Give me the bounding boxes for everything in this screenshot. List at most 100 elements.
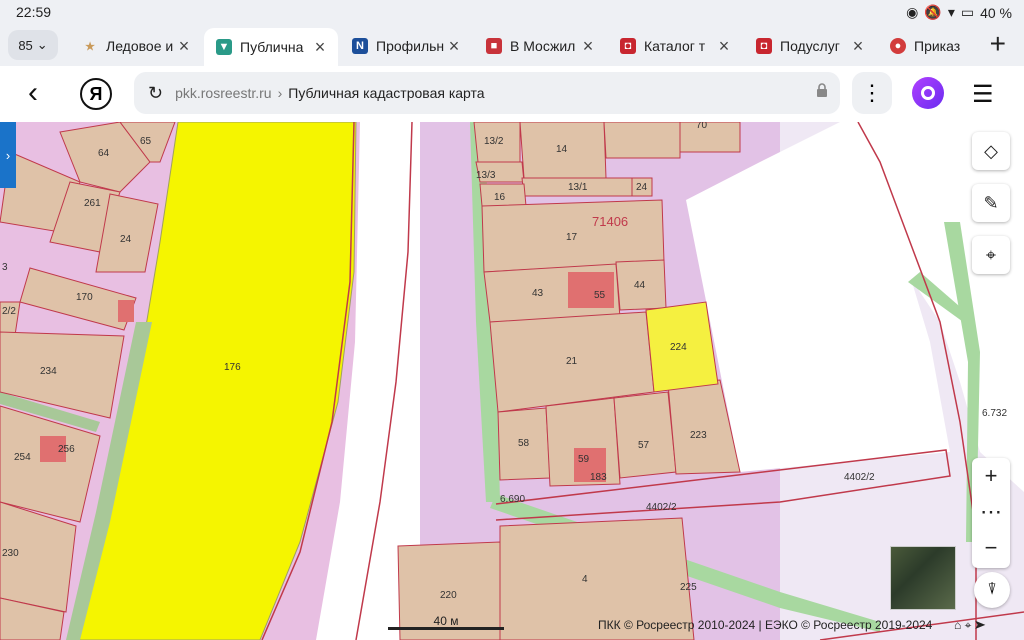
browser-toolbar: ‹ Я ↻ pkk.rosreestr.ru › Публичная кадас… [0, 66, 1024, 123]
tab-ice[interactable]: ★ Ледовое и × [70, 29, 202, 63]
label-24: 24 [120, 234, 132, 245]
scale-label: 40 м [433, 614, 459, 628]
label-13-2: 13/2 [484, 136, 504, 147]
rosreestr-icon: ▼ [216, 39, 232, 55]
scale-bar: 40 м [388, 614, 504, 630]
nav-icon[interactable]: ➤ [975, 618, 986, 632]
label-2-2: 2/2 [2, 306, 16, 317]
tab-mosjil[interactable]: ■ В Мосжил × [474, 29, 606, 63]
label-176: 176 [224, 362, 241, 373]
ruler-button[interactable]: ✎ [972, 184, 1010, 222]
compass-button[interactable]: ⍒ [974, 572, 1010, 608]
url-separator: › [277, 85, 283, 101]
home-icon[interactable]: ⌂ [954, 618, 961, 632]
label-43: 43 [532, 288, 544, 299]
close-icon[interactable]: × [580, 36, 596, 57]
back-button[interactable]: ‹ [28, 78, 38, 108]
tab-title: Профильн [376, 38, 445, 54]
map-footer-icons: ⌂ ⌖ ➤ [954, 618, 986, 633]
battery-icon: ▭ [960, 4, 975, 20]
label-230: 230 [2, 548, 19, 559]
label-4402-2-right: 4402/2 [844, 472, 875, 483]
road-label-6690: 6.690 [500, 494, 525, 505]
building-55 [568, 272, 614, 308]
label-223: 223 [690, 430, 707, 441]
zoom-controls: + ⋯ − [972, 458, 1010, 568]
lock-icon [817, 83, 827, 97]
tab-order[interactable]: ● Приказ [878, 29, 970, 63]
label-64: 64 [98, 148, 110, 159]
tab-catalog[interactable]: ◘ Каталог т × [608, 29, 742, 63]
tab-cadastral-map[interactable]: ▼ Публична × [204, 28, 338, 66]
layers-icon: ◇ [984, 140, 998, 161]
zoom-in-button[interactable]: + [972, 458, 1010, 494]
label-17: 17 [566, 232, 578, 243]
status-icons: ◉ 🔕 ▾ ▭ 40 % [906, 4, 1012, 21]
wifi-icon: ▾ [947, 4, 955, 20]
new-tab-button[interactable]: + [990, 28, 1006, 60]
crosshair-icon: ⌖ [985, 244, 997, 265]
label-65: 65 [140, 136, 152, 147]
label-58: 58 [518, 438, 530, 449]
emblem-icon: ■ [486, 38, 502, 54]
yandex-button[interactable]: Я [80, 78, 112, 110]
menu-icon[interactable]: ☰ [972, 80, 994, 109]
close-icon[interactable]: × [312, 37, 328, 58]
label-170: 170 [76, 292, 93, 303]
building-left [118, 300, 134, 322]
label-4402-2: 4402/2 [646, 502, 677, 513]
tab-profile[interactable]: N Профильн × [340, 29, 472, 63]
road-label-6732: 6.732 [982, 408, 1007, 419]
close-icon[interactable]: × [446, 36, 462, 57]
parcel-upper[interactable] [603, 122, 681, 159]
flag-icon: ● [890, 38, 906, 54]
compass-icon: ⍒ [987, 581, 997, 598]
expand-panel-button[interactable]: › [0, 122, 16, 188]
gosuslugi-icon: ◘ [756, 38, 772, 54]
reload-icon[interactable]: ↻ [148, 83, 163, 104]
parcel-70[interactable] [679, 122, 741, 153]
alice-icon[interactable] [912, 77, 944, 109]
satellite-layer-thumbnail[interactable] [890, 546, 956, 610]
page-title: Публичная кадастровая карта [288, 85, 485, 101]
label-16: 16 [494, 192, 506, 203]
label-57: 57 [638, 440, 650, 451]
status-bar: 22:59 ◉ 🔕 ▾ ▭ 40 % [0, 0, 1024, 24]
parcel-57[interactable] [613, 391, 677, 479]
layers-button[interactable]: ◇ [972, 132, 1010, 170]
map-copyright: ПКК © Росреестр 2010-2024 | ЕЭКО © Росре… [598, 618, 933, 632]
locate-button[interactable]: ⌖ [972, 236, 1010, 274]
label-70: 70 [696, 122, 708, 131]
mute-icon: 🔕 [924, 4, 942, 20]
tab-title: Ледовое и [106, 38, 174, 54]
status-time: 22:59 [16, 4, 52, 20]
label-13-1: 13/1 [568, 182, 588, 193]
label-224: 224 [670, 342, 687, 353]
label-3: 3 [2, 262, 8, 273]
label-261: 261 [84, 198, 101, 209]
gosuslugi-icon: ◘ [620, 38, 636, 54]
tab-subservice[interactable]: ◘ Подуслуг × [744, 29, 876, 63]
crosshair-small-icon[interactable]: ⌖ [965, 618, 972, 632]
close-icon[interactable]: × [176, 36, 192, 57]
label-256: 256 [58, 444, 75, 455]
more-options-button[interactable]: ⋯ [972, 494, 1010, 530]
zoom-out-button[interactable]: − [972, 530, 1010, 566]
close-icon[interactable]: × [850, 36, 866, 57]
tab-title: Каталог т [644, 38, 706, 54]
address-bar[interactable]: ↻ pkk.rosreestr.ru › Публичная кадастров… [134, 72, 840, 114]
label-14: 14 [556, 144, 568, 155]
tab-title: Приказ [914, 38, 961, 54]
label-13-3: 13/3 [476, 170, 496, 181]
close-icon[interactable]: × [716, 36, 732, 57]
eye-icon: ◉ [906, 4, 919, 20]
tab-count-button[interactable]: 85 ⌄ [8, 30, 58, 60]
tab-count: 85 [18, 37, 33, 53]
label-225: 225 [680, 582, 697, 593]
block-number: 71406 [592, 214, 628, 229]
map-canvas[interactable]: 64 65 261 24 170 2/2 234 254 256 230 176… [0, 122, 1024, 640]
star-icon: ★ [85, 40, 95, 53]
cadastral-map[interactable]: 64 65 261 24 170 2/2 234 254 256 230 176… [0, 122, 1024, 640]
more-menu-button[interactable]: ⋮ [852, 72, 892, 114]
url-domain: pkk.rosreestr.ru [175, 85, 272, 101]
